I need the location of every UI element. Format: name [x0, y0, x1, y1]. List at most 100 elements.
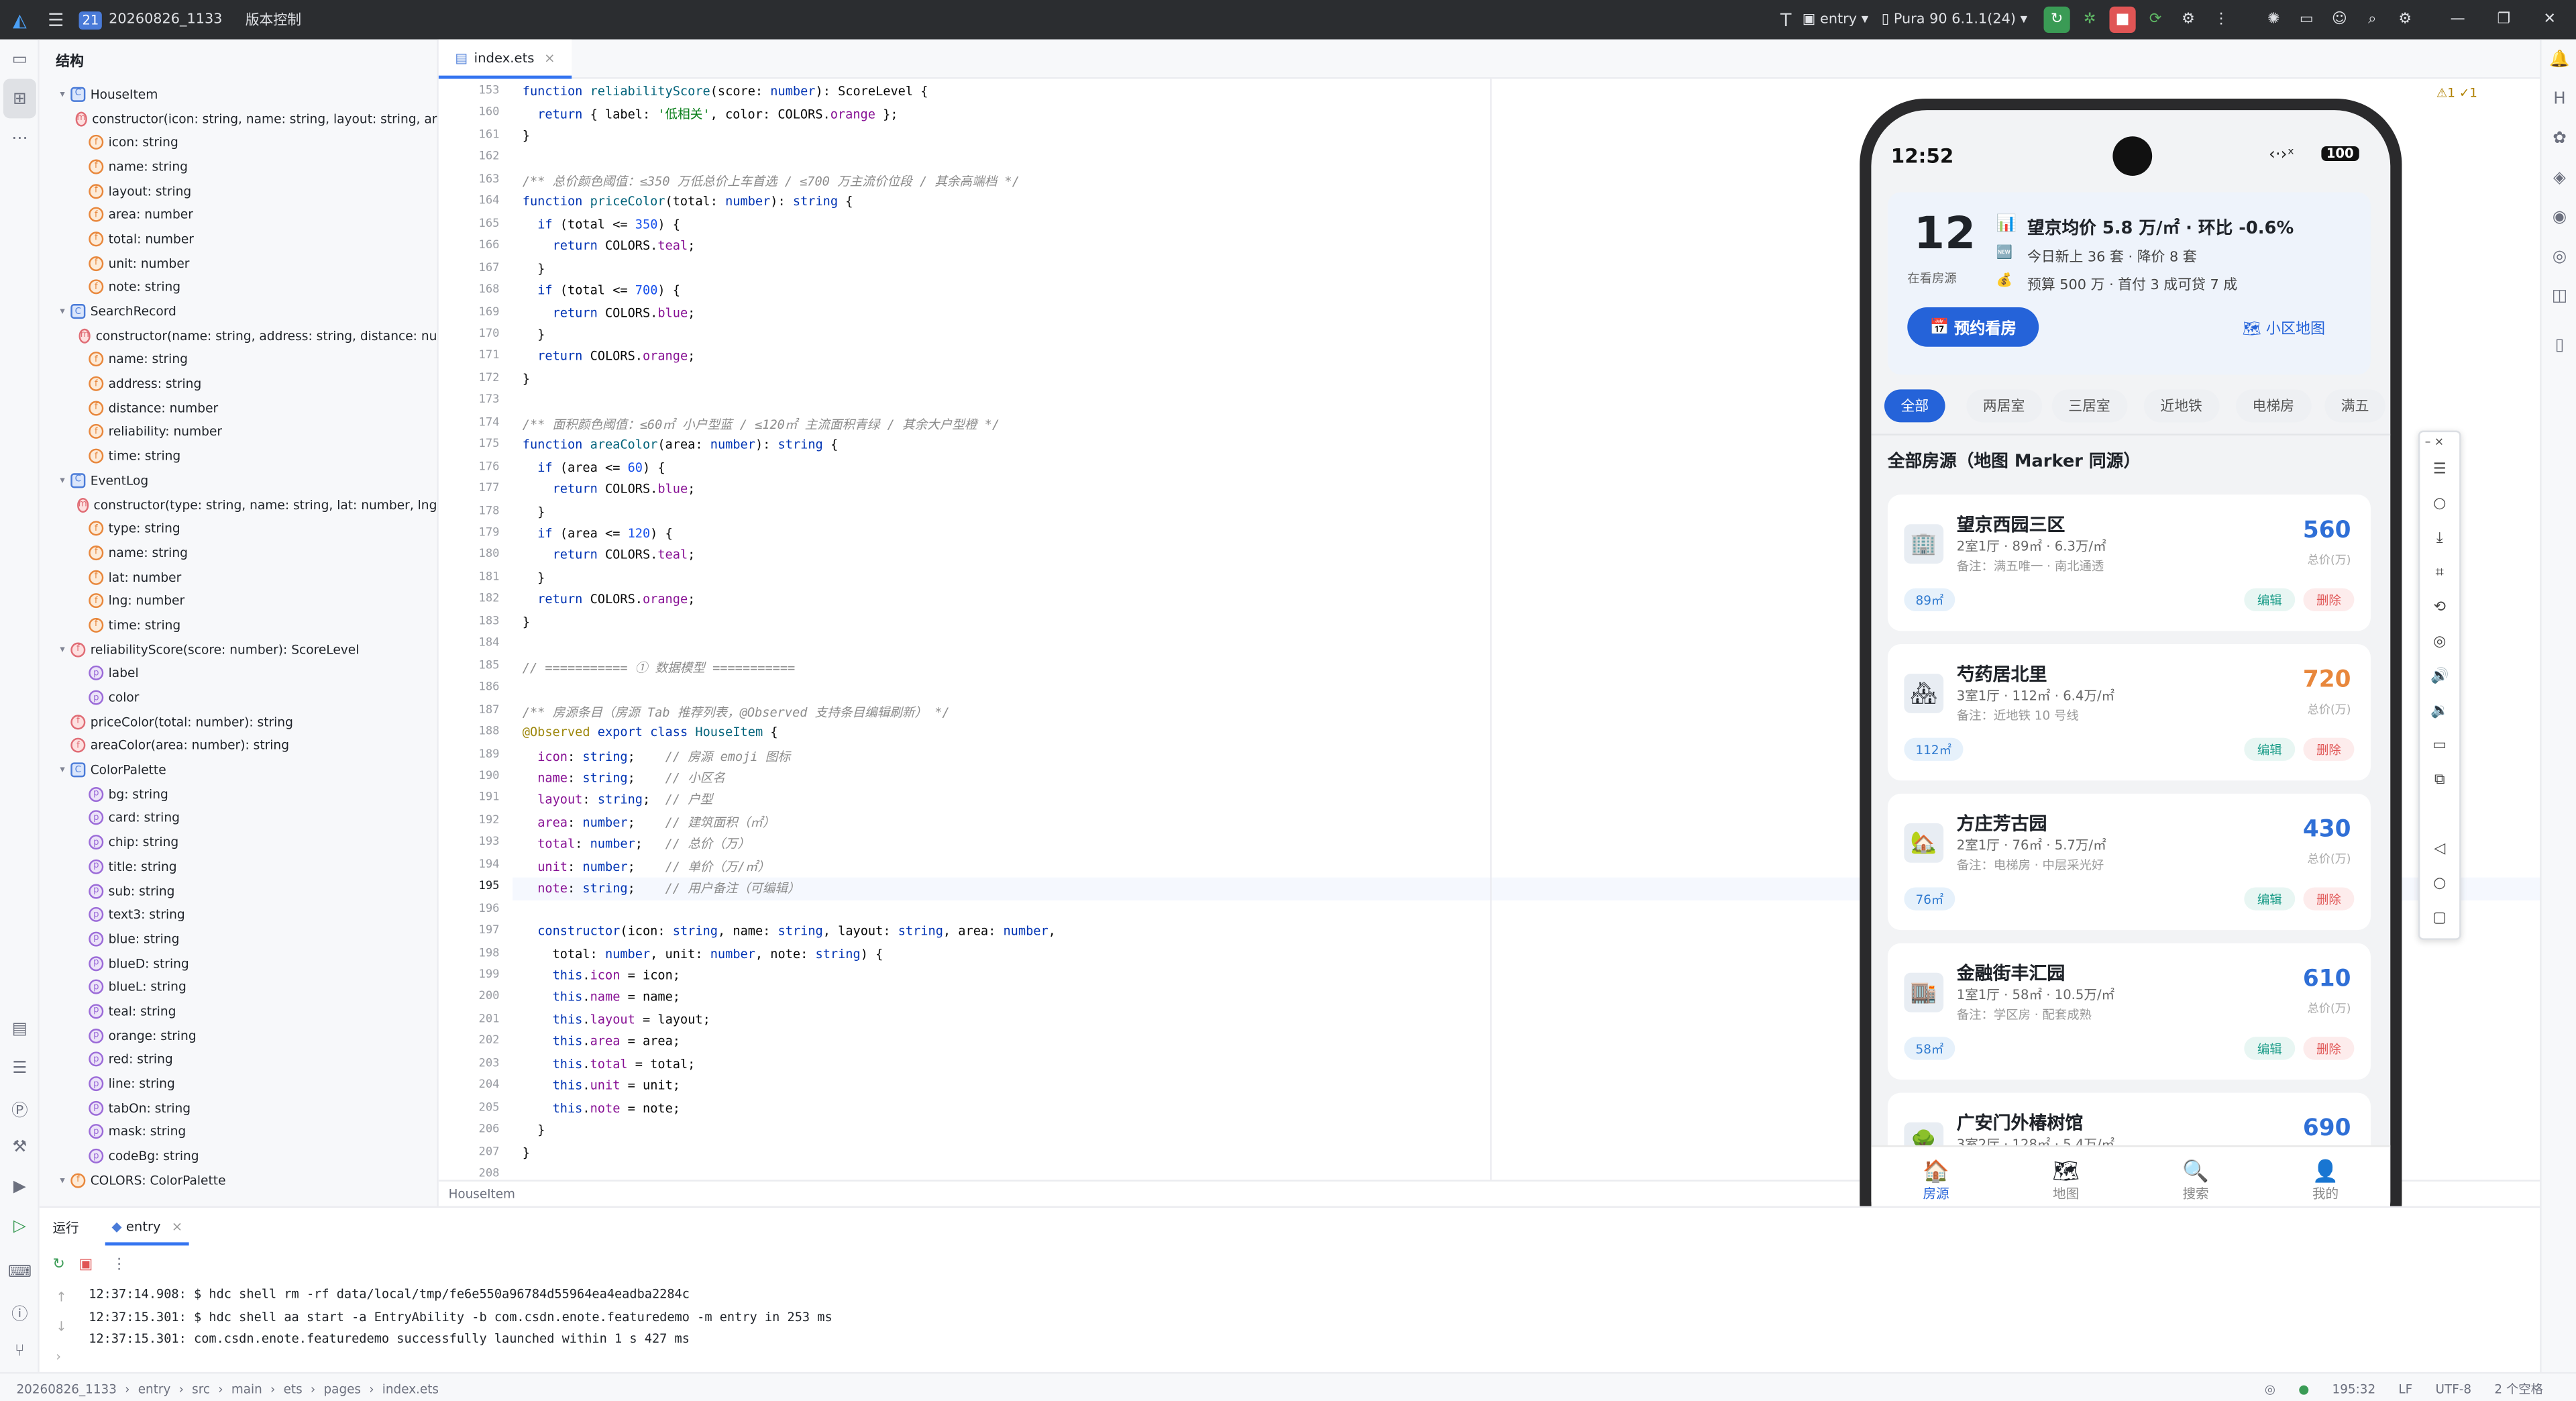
- tree-item[interactable]: f name: string: [40, 541, 437, 565]
- expand-toggle-icon[interactable]: ▾: [54, 474, 70, 486]
- tree-item[interactable]: ▾ f reliabilityScore(score: number): Score…: [40, 637, 437, 662]
- menu-icon[interactable]: ☰: [2420, 452, 2459, 486]
- phone-tab[interactable]: 🔍 搜索: [2131, 1160, 2260, 1203]
- pin-icon[interactable]: ⤓: [2420, 521, 2459, 555]
- tree-item[interactable]: p blueD: string: [40, 951, 437, 975]
- back-icon[interactable]: ◁: [2420, 831, 2459, 866]
- path-segment[interactable]: index.ets: [382, 1381, 439, 1396]
- codegenie-icon[interactable]: ◈: [2542, 158, 2576, 197]
- rerun-icon[interactable]: ↻: [52, 1257, 64, 1273]
- tree-item[interactable]: f areaColor(area: number): string: [40, 734, 437, 758]
- code-line[interactable]: /** 房源条目（房源 Tab 推荐列表，@Observed 支持条目编辑刷新）…: [523, 703, 950, 721]
- code-line[interactable]: return COLORS.blue;: [523, 305, 696, 319]
- tree-item[interactable]: f address: string: [40, 372, 437, 396]
- code-line[interactable]: /** 面积颜色阈值：≤60㎡ 小户型蓝 / ≤120㎡ 主流面积青绿 / 其余…: [523, 415, 1000, 433]
- console-output[interactable]: 12:37:14.908: $ hdc shell rm -rf data/lo…: [89, 1284, 832, 1350]
- tree-item[interactable]: ▾ C EventLog: [40, 468, 437, 492]
- breadcrumb-houseitem[interactable]: HouseItem: [449, 1186, 515, 1201]
- tree-item[interactable]: f layout: string: [40, 178, 437, 203]
- crop-icon[interactable]: ⌗: [2420, 556, 2459, 590]
- house-card[interactable]: 🏬 金融街丰汇园 1室1厅 · 58㎡ · 10.5万/㎡ 备注：学区房 · 配套成熟…: [1887, 943, 2371, 1080]
- code-line[interactable]: }: [523, 371, 530, 386]
- code-line[interactable]: }: [523, 614, 530, 629]
- camera-icon[interactable]: ◫: [2542, 276, 2576, 315]
- tab-index-ets[interactable]: ▤ index.ets ×: [438, 39, 572, 79]
- house-card[interactable]: 🏢 望京西园三区 2室1厅 · 89㎡ · 6.3万/㎡ 备注：满五唯一 · 南北通透…: [1887, 495, 2371, 631]
- code-line[interactable]: return COLORS.teal;: [523, 548, 696, 563]
- home-icon[interactable]: ○: [2420, 866, 2459, 900]
- code-line[interactable]: /** 总价颜色阈值：≤350 万低总价上车首选 / ≤700 万主流价位段 /…: [523, 172, 1020, 191]
- community-map-link[interactable]: 🗺 小区地图: [2243, 317, 2325, 338]
- edit-button[interactable]: 编辑: [2244, 588, 2296, 612]
- line-separator[interactable]: LF: [2398, 1381, 2412, 1396]
- tree-item[interactable]: f lng: number: [40, 589, 437, 613]
- code-line[interactable]: note: string; // 用户备注（可编辑）: [523, 880, 800, 898]
- tree-item[interactable]: ▾ f COLORS: ColorPalette: [40, 1168, 437, 1192]
- code-line[interactable]: }: [523, 327, 545, 342]
- edit-button[interactable]: 编辑: [2244, 1037, 2296, 1060]
- folder-icon[interactable]: ▭: [2294, 7, 2320, 33]
- filter-chip[interactable]: 近地铁: [2143, 389, 2219, 423]
- expand-toggle-icon[interactable]: ▾: [54, 306, 70, 317]
- code-line[interactable]: function priceColor(total: number): stri…: [523, 195, 853, 209]
- run-config-tab[interactable]: ◆ entry ×: [105, 1210, 189, 1245]
- tree-item[interactable]: p line: string: [40, 1072, 437, 1096]
- code-line[interactable]: this.total = total;: [523, 1056, 696, 1071]
- delete-button[interactable]: 删除: [2303, 1037, 2355, 1060]
- minimize-icon[interactable]: —: [2445, 7, 2471, 33]
- tree-item[interactable]: ▾ C HouseItem: [40, 82, 437, 106]
- filter-chip[interactable]: 两居室: [1966, 389, 2041, 423]
- more-tools-icon[interactable]: ⋯: [0, 118, 40, 158]
- power-icon[interactable]: ○: [2420, 486, 2459, 521]
- code-line[interactable]: this.unit = unit;: [523, 1078, 680, 1093]
- code-line[interactable]: return COLORS.orange;: [523, 349, 695, 364]
- code-line[interactable]: }: [523, 1145, 530, 1159]
- path-segment[interactable]: entry: [138, 1381, 171, 1396]
- tree-item[interactable]: f time: string: [40, 444, 437, 468]
- project-name[interactable]: 20260826_1133: [109, 11, 222, 28]
- multiscreen-icon[interactable]: ⧉: [2420, 762, 2459, 796]
- book-viewing-button[interactable]: 📅 预约看房: [1907, 307, 2039, 347]
- filter-chip[interactable]: 全部: [1884, 389, 1945, 423]
- indent-setting[interactable]: 2 个空格: [2494, 1380, 2543, 1398]
- git-icon[interactable]: ⑂: [0, 1331, 40, 1371]
- code-line[interactable]: unit: number; // 单价（万/㎡）: [523, 858, 770, 876]
- scroll-down-icon[interactable]: ↓: [56, 1320, 66, 1335]
- expand-icon[interactable]: ›: [56, 1349, 61, 1364]
- tree-item[interactable]: ▾ C ColorPalette: [40, 758, 437, 782]
- tree-item[interactable]: f total: number: [40, 227, 437, 251]
- tree-item[interactable]: ▾ C SearchRecord: [40, 299, 437, 323]
- notifications-icon[interactable]: 🔔: [2542, 40, 2576, 79]
- delete-button[interactable]: 删除: [2303, 887, 2355, 911]
- code-line[interactable]: return COLORS.teal;: [523, 238, 696, 253]
- tree-item[interactable]: p sub: string: [40, 878, 437, 902]
- edit-button[interactable]: 编辑: [2244, 887, 2296, 911]
- path-segment[interactable]: main: [231, 1381, 262, 1396]
- code-line[interactable]: if (total <= 700) {: [523, 282, 680, 297]
- rotate-icon[interactable]: ⟲: [2420, 590, 2459, 624]
- code-line[interactable]: }: [523, 128, 530, 143]
- cursor-position[interactable]: 195:32: [2332, 1381, 2376, 1396]
- code-line[interactable]: }: [523, 504, 545, 519]
- search-icon[interactable]: ⌕: [2359, 7, 2385, 33]
- layers-icon[interactable]: ☰: [0, 1048, 40, 1088]
- tree-item[interactable]: p mask: string: [40, 1120, 437, 1144]
- tree-item[interactable]: p title: string: [40, 854, 437, 878]
- tree-item[interactable]: p bg: string: [40, 782, 437, 807]
- reload-icon[interactable]: ⟳: [2142, 7, 2168, 33]
- tree-item[interactable]: p card: string: [40, 807, 437, 831]
- tree-item[interactable]: f note: string: [40, 275, 437, 299]
- tree-item[interactable]: f unit: number: [40, 251, 437, 275]
- font-icon[interactable]: T: [1770, 3, 1803, 36]
- module-selector[interactable]: ▣ entry ▾: [1803, 11, 1868, 28]
- delete-button[interactable]: 删除: [2303, 737, 2355, 761]
- tree-item[interactable]: f distance: number: [40, 396, 437, 420]
- restore-icon[interactable]: ❐: [2491, 7, 2517, 33]
- code-line[interactable]: layout: string; // 户型: [523, 791, 712, 809]
- tree-item[interactable]: p chip: string: [40, 831, 437, 855]
- harmony-icon[interactable]: H: [2542, 79, 2576, 119]
- tree-item[interactable]: p text3: string: [40, 902, 437, 927]
- code-line[interactable]: // =========== ① 数据模型 ===========: [523, 658, 795, 676]
- scroll-up-icon[interactable]: ↑: [56, 1290, 66, 1304]
- run-config-close-icon[interactable]: ×: [172, 1218, 182, 1233]
